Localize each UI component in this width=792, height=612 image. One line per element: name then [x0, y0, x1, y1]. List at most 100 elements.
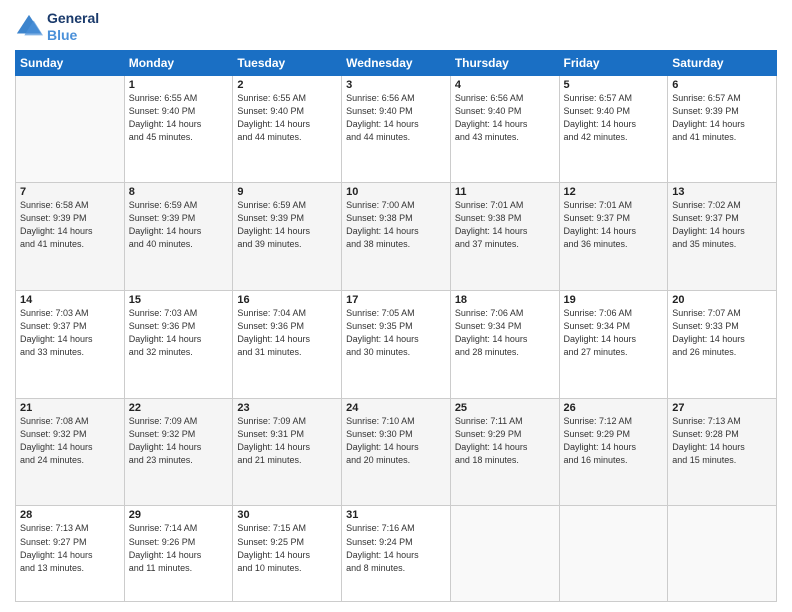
day-number: 15: [129, 294, 229, 306]
day-info: Sunrise: 7:05 AM Sunset: 9:35 PM Dayligh…: [346, 307, 446, 359]
day-number: 28: [20, 509, 120, 521]
day-info: Sunrise: 6:55 AM Sunset: 9:40 PM Dayligh…: [129, 92, 229, 144]
day-number: 30: [237, 509, 337, 521]
day-number: 2: [237, 79, 337, 91]
day-info: Sunrise: 6:56 AM Sunset: 9:40 PM Dayligh…: [346, 92, 446, 144]
calendar-cell: 22Sunrise: 7:09 AM Sunset: 9:32 PM Dayli…: [124, 398, 233, 506]
day-info: Sunrise: 7:13 AM Sunset: 9:28 PM Dayligh…: [672, 415, 772, 467]
logo-text: General Blue: [47, 10, 99, 44]
day-info: Sunrise: 7:03 AM Sunset: 9:36 PM Dayligh…: [129, 307, 229, 359]
day-number: 27: [672, 402, 772, 414]
day-number: 1: [129, 79, 229, 91]
day-number: 16: [237, 294, 337, 306]
calendar-cell: 19Sunrise: 7:06 AM Sunset: 9:34 PM Dayli…: [559, 291, 668, 399]
calendar-cell: 15Sunrise: 7:03 AM Sunset: 9:36 PM Dayli…: [124, 291, 233, 399]
calendar-cell: 11Sunrise: 7:01 AM Sunset: 9:38 PM Dayli…: [450, 183, 559, 291]
day-number: 11: [455, 186, 555, 198]
day-number: 12: [564, 186, 664, 198]
calendar-cell: 4Sunrise: 6:56 AM Sunset: 9:40 PM Daylig…: [450, 75, 559, 183]
day-info: Sunrise: 7:07 AM Sunset: 9:33 PM Dayligh…: [672, 307, 772, 359]
calendar-cell: 6Sunrise: 6:57 AM Sunset: 9:39 PM Daylig…: [668, 75, 777, 183]
calendar-cell: 3Sunrise: 6:56 AM Sunset: 9:40 PM Daylig…: [342, 75, 451, 183]
calendar-cell: 17Sunrise: 7:05 AM Sunset: 9:35 PM Dayli…: [342, 291, 451, 399]
col-header-friday: Friday: [559, 50, 668, 75]
day-info: Sunrise: 7:00 AM Sunset: 9:38 PM Dayligh…: [346, 199, 446, 251]
day-number: 8: [129, 186, 229, 198]
day-number: 4: [455, 79, 555, 91]
calendar-cell: 9Sunrise: 6:59 AM Sunset: 9:39 PM Daylig…: [233, 183, 342, 291]
day-info: Sunrise: 6:57 AM Sunset: 9:39 PM Dayligh…: [672, 92, 772, 144]
day-info: Sunrise: 7:04 AM Sunset: 9:36 PM Dayligh…: [237, 307, 337, 359]
day-number: 24: [346, 402, 446, 414]
calendar-table: SundayMondayTuesdayWednesdayThursdayFrid…: [15, 50, 777, 602]
calendar-cell: 8Sunrise: 6:59 AM Sunset: 9:39 PM Daylig…: [124, 183, 233, 291]
day-number: 22: [129, 402, 229, 414]
calendar-cell: 13Sunrise: 7:02 AM Sunset: 9:37 PM Dayli…: [668, 183, 777, 291]
calendar-cell: 23Sunrise: 7:09 AM Sunset: 9:31 PM Dayli…: [233, 398, 342, 506]
day-info: Sunrise: 7:01 AM Sunset: 9:38 PM Dayligh…: [455, 199, 555, 251]
calendar-cell: 16Sunrise: 7:04 AM Sunset: 9:36 PM Dayli…: [233, 291, 342, 399]
calendar-cell: 28Sunrise: 7:13 AM Sunset: 9:27 PM Dayli…: [16, 506, 125, 602]
day-number: 6: [672, 79, 772, 91]
col-header-sunday: Sunday: [16, 50, 125, 75]
day-info: Sunrise: 7:01 AM Sunset: 9:37 PM Dayligh…: [564, 199, 664, 251]
calendar-cell: 2Sunrise: 6:55 AM Sunset: 9:40 PM Daylig…: [233, 75, 342, 183]
day-number: 7: [20, 186, 120, 198]
day-number: 9: [237, 186, 337, 198]
day-info: Sunrise: 6:59 AM Sunset: 9:39 PM Dayligh…: [237, 199, 337, 251]
day-number: 20: [672, 294, 772, 306]
day-info: Sunrise: 6:57 AM Sunset: 9:40 PM Dayligh…: [564, 92, 664, 144]
day-info: Sunrise: 7:08 AM Sunset: 9:32 PM Dayligh…: [20, 415, 120, 467]
day-number: 21: [20, 402, 120, 414]
calendar-cell: 18Sunrise: 7:06 AM Sunset: 9:34 PM Dayli…: [450, 291, 559, 399]
calendar-cell: 26Sunrise: 7:12 AM Sunset: 9:29 PM Dayli…: [559, 398, 668, 506]
calendar-cell: 31Sunrise: 7:16 AM Sunset: 9:24 PM Dayli…: [342, 506, 451, 602]
day-info: Sunrise: 7:06 AM Sunset: 9:34 PM Dayligh…: [564, 307, 664, 359]
calendar-cell: 30Sunrise: 7:15 AM Sunset: 9:25 PM Dayli…: [233, 506, 342, 602]
day-info: Sunrise: 7:09 AM Sunset: 9:31 PM Dayligh…: [237, 415, 337, 467]
calendar-cell: 7Sunrise: 6:58 AM Sunset: 9:39 PM Daylig…: [16, 183, 125, 291]
day-info: Sunrise: 7:06 AM Sunset: 9:34 PM Dayligh…: [455, 307, 555, 359]
calendar-cell: 12Sunrise: 7:01 AM Sunset: 9:37 PM Dayli…: [559, 183, 668, 291]
logo-icon: [15, 13, 43, 41]
calendar-cell: 27Sunrise: 7:13 AM Sunset: 9:28 PM Dayli…: [668, 398, 777, 506]
day-info: Sunrise: 7:09 AM Sunset: 9:32 PM Dayligh…: [129, 415, 229, 467]
page-header: General Blue: [15, 10, 777, 44]
day-info: Sunrise: 7:02 AM Sunset: 9:37 PM Dayligh…: [672, 199, 772, 251]
day-info: Sunrise: 6:56 AM Sunset: 9:40 PM Dayligh…: [455, 92, 555, 144]
calendar-cell: 20Sunrise: 7:07 AM Sunset: 9:33 PM Dayli…: [668, 291, 777, 399]
calendar-cell: 5Sunrise: 6:57 AM Sunset: 9:40 PM Daylig…: [559, 75, 668, 183]
col-header-monday: Monday: [124, 50, 233, 75]
day-number: 31: [346, 509, 446, 521]
col-header-tuesday: Tuesday: [233, 50, 342, 75]
calendar-cell: 1Sunrise: 6:55 AM Sunset: 9:40 PM Daylig…: [124, 75, 233, 183]
day-number: 26: [564, 402, 664, 414]
day-number: 10: [346, 186, 446, 198]
day-number: 25: [455, 402, 555, 414]
col-header-wednesday: Wednesday: [342, 50, 451, 75]
day-number: 29: [129, 509, 229, 521]
day-info: Sunrise: 7:12 AM Sunset: 9:29 PM Dayligh…: [564, 415, 664, 467]
day-info: Sunrise: 7:16 AM Sunset: 9:24 PM Dayligh…: [346, 522, 446, 574]
col-header-thursday: Thursday: [450, 50, 559, 75]
day-number: 5: [564, 79, 664, 91]
calendar-cell: [450, 506, 559, 602]
calendar-cell: [668, 506, 777, 602]
day-info: Sunrise: 7:14 AM Sunset: 9:26 PM Dayligh…: [129, 522, 229, 574]
day-number: 14: [20, 294, 120, 306]
calendar-cell: 25Sunrise: 7:11 AM Sunset: 9:29 PM Dayli…: [450, 398, 559, 506]
day-info: Sunrise: 7:11 AM Sunset: 9:29 PM Dayligh…: [455, 415, 555, 467]
logo: General Blue: [15, 10, 99, 44]
day-number: 13: [672, 186, 772, 198]
day-number: 17: [346, 294, 446, 306]
day-info: Sunrise: 6:59 AM Sunset: 9:39 PM Dayligh…: [129, 199, 229, 251]
calendar-cell: [559, 506, 668, 602]
col-header-saturday: Saturday: [668, 50, 777, 75]
calendar-cell: 24Sunrise: 7:10 AM Sunset: 9:30 PM Dayli…: [342, 398, 451, 506]
day-number: 23: [237, 402, 337, 414]
day-info: Sunrise: 7:03 AM Sunset: 9:37 PM Dayligh…: [20, 307, 120, 359]
calendar-cell: [16, 75, 125, 183]
day-info: Sunrise: 7:10 AM Sunset: 9:30 PM Dayligh…: [346, 415, 446, 467]
day-info: Sunrise: 6:58 AM Sunset: 9:39 PM Dayligh…: [20, 199, 120, 251]
calendar-cell: 14Sunrise: 7:03 AM Sunset: 9:37 PM Dayli…: [16, 291, 125, 399]
